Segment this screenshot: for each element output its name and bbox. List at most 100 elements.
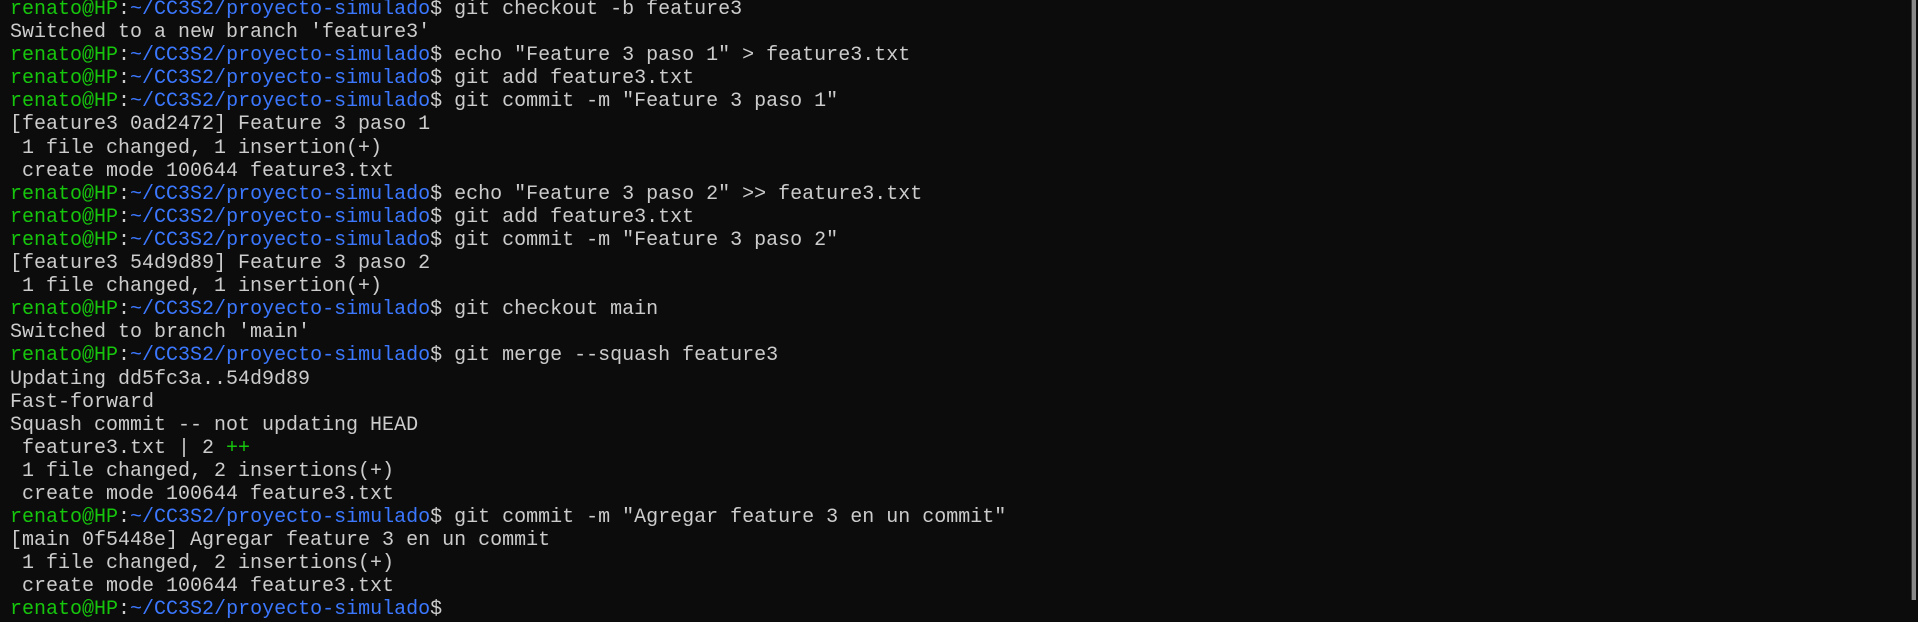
- prompt-path: ~/CC3S2/proyecto-simulado: [130, 228, 431, 252]
- output-line: Switched to branch 'main': [10, 321, 1898, 344]
- output-line: Squash commit -- not updating HEAD: [10, 414, 1898, 437]
- prompt-separator: :: [118, 90, 131, 114]
- prompt-symbol: $: [430, 228, 455, 252]
- output-line: 1 file changed, 1 insertion(+): [10, 275, 1898, 298]
- command-text: git add feature3.txt: [454, 205, 695, 229]
- output-line: create mode 100644 feature3.txt: [10, 160, 1898, 183]
- command-text: git checkout main: [454, 298, 659, 322]
- prompt-separator: :: [118, 182, 131, 206]
- command-line: renato@HP:~/CC3S2/proyecto-simulado$ ech…: [10, 44, 1898, 67]
- prompt-separator: :: [118, 44, 131, 68]
- prompt-path: ~/CC3S2/proyecto-simulado: [130, 67, 431, 91]
- command-text: echo "Feature 3 paso 1" > feature3.txt: [454, 44, 911, 68]
- prompt-symbol: $: [430, 344, 455, 368]
- output-text: [feature3 54d9d89] Feature 3 paso 2: [10, 252, 431, 276]
- command-line: renato@HP:~/CC3S2/proyecto-simulado$ ech…: [10, 183, 1898, 206]
- prompt-symbol: $: [430, 205, 455, 229]
- prompt-path: ~/CC3S2/proyecto-simulado: [130, 90, 431, 114]
- command-line: renato@HP:~/CC3S2/proyecto-simulado$: [10, 598, 1898, 621]
- prompt-user: renato@HP: [10, 90, 119, 114]
- output-line: Switched to a new branch 'feature3': [10, 21, 1898, 44]
- output-text: 1 file changed, 2 insertions(+): [10, 552, 395, 576]
- prompt-user: renato@HP: [10, 506, 119, 530]
- output-text: create mode 100644 feature3.txt: [10, 482, 395, 506]
- output-text: 1 file changed, 1 insertion(+): [10, 136, 383, 160]
- diffstat-plus: ++: [226, 436, 251, 460]
- output-line: [feature3 0ad2472] Feature 3 paso 1: [10, 113, 1898, 136]
- prompt-separator: :: [118, 344, 131, 368]
- prompt-user: renato@HP: [10, 182, 119, 206]
- prompt-user: renato@HP: [10, 44, 119, 68]
- output-text: feature3.txt | 2: [10, 436, 227, 460]
- output-line: Updating dd5fc3a..54d9d89: [10, 368, 1898, 391]
- command-text: git checkout -b feature3: [454, 0, 743, 21]
- prompt-separator: :: [118, 0, 131, 21]
- output-text: 1 file changed, 2 insertions(+): [10, 459, 395, 483]
- prompt-separator: :: [118, 506, 131, 530]
- command-line: renato@HP:~/CC3S2/proyecto-simulado$ git…: [10, 67, 1898, 90]
- output-line: 1 file changed, 2 insertions(+): [10, 552, 1898, 575]
- command-text: git commit -m "Agregar feature 3 en un c…: [454, 506, 1007, 530]
- output-line: [main 0f5448e] Agregar feature 3 en un c…: [10, 529, 1898, 552]
- prompt-symbol: $: [430, 506, 455, 530]
- output-text: [main 0f5448e] Agregar feature 3 en un c…: [10, 529, 551, 553]
- prompt-user: renato@HP: [10, 228, 119, 252]
- command-text: git add feature3.txt: [454, 67, 695, 91]
- output-text: create mode 100644 feature3.txt: [10, 159, 395, 183]
- prompt-path: ~/CC3S2/proyecto-simulado: [130, 44, 431, 68]
- output-text: [feature3 0ad2472] Feature 3 paso 1: [10, 113, 431, 137]
- prompt-symbol: $: [430, 44, 455, 68]
- prompt-user: renato@HP: [10, 0, 119, 21]
- prompt-separator: :: [118, 67, 131, 91]
- prompt-separator: :: [118, 228, 131, 252]
- output-line: 1 file changed, 2 insertions(+): [10, 460, 1898, 483]
- prompt-symbol: $: [430, 67, 455, 91]
- output-line: [feature3 54d9d89] Feature 3 paso 2: [10, 252, 1898, 275]
- prompt-symbol: $: [430, 0, 455, 21]
- command-line: renato@HP:~/CC3S2/proyecto-simulado$ git…: [10, 229, 1898, 252]
- prompt-separator: :: [118, 598, 131, 622]
- command-line: renato@HP:~/CC3S2/proyecto-simulado$ git…: [10, 206, 1898, 229]
- prompt-user: renato@HP: [10, 344, 119, 368]
- output-text: Squash commit -- not updating HEAD: [10, 413, 419, 437]
- command-line: renato@HP:~/CC3S2/proyecto-simulado$ git…: [10, 90, 1898, 113]
- output-text: Updating dd5fc3a..54d9d89: [10, 367, 311, 391]
- command-line: renato@HP:~/CC3S2/proyecto-simulado$ git…: [10, 506, 1898, 529]
- output-text: create mode 100644 feature3.txt: [10, 575, 395, 599]
- prompt-path: ~/CC3S2/proyecto-simulado: [130, 598, 431, 622]
- output-text: Switched to a new branch 'feature3': [10, 21, 431, 45]
- prompt-user: renato@HP: [10, 67, 119, 91]
- prompt-symbol: $: [430, 182, 455, 206]
- command-text: git merge --squash feature3: [454, 344, 779, 368]
- prompt-user: renato@HP: [10, 205, 119, 229]
- prompt-path: ~/CC3S2/proyecto-simulado: [130, 298, 431, 322]
- prompt-symbol: $: [430, 598, 455, 622]
- prompt-separator: :: [118, 205, 131, 229]
- prompt-symbol: $: [430, 298, 455, 322]
- command-text: git commit -m "Feature 3 paso 1": [454, 90, 839, 114]
- command-line: renato@HP:~/CC3S2/proyecto-simulado$ git…: [10, 0, 1898, 21]
- prompt-path: ~/CC3S2/proyecto-simulado: [130, 506, 431, 530]
- output-text: Switched to branch 'main': [10, 321, 311, 345]
- prompt-symbol: $: [430, 90, 455, 114]
- command-text: echo "Feature 3 paso 2" >> feature3.txt: [454, 182, 923, 206]
- terminal-output[interactable]: renato@HP:~/CC3S2/proyecto-simulado$ git…: [10, 0, 1898, 622]
- output-line: Fast-forward: [10, 391, 1898, 414]
- command-line: renato@HP:~/CC3S2/proyecto-simulado$ git…: [10, 344, 1898, 367]
- command-line: renato@HP:~/CC3S2/proyecto-simulado$ git…: [10, 298, 1898, 321]
- command-text: git commit -m "Feature 3 paso 2": [454, 228, 839, 252]
- prompt-separator: :: [118, 298, 131, 322]
- output-line: feature3.txt | 2 ++: [10, 437, 1898, 460]
- output-line: 1 file changed, 1 insertion(+): [10, 137, 1898, 160]
- prompt-path: ~/CC3S2/proyecto-simulado: [130, 0, 431, 21]
- prompt-user: renato@HP: [10, 298, 119, 322]
- prompt-user: renato@HP: [10, 598, 119, 622]
- prompt-path: ~/CC3S2/proyecto-simulado: [130, 205, 431, 229]
- prompt-path: ~/CC3S2/proyecto-simulado: [130, 344, 431, 368]
- scrollbar[interactable]: [1911, 0, 1916, 600]
- output-text: Fast-forward: [10, 390, 155, 414]
- output-line: create mode 100644 feature3.txt: [10, 575, 1898, 598]
- output-line: create mode 100644 feature3.txt: [10, 483, 1898, 506]
- prompt-path: ~/CC3S2/proyecto-simulado: [130, 182, 431, 206]
- output-text: 1 file changed, 1 insertion(+): [10, 275, 383, 299]
